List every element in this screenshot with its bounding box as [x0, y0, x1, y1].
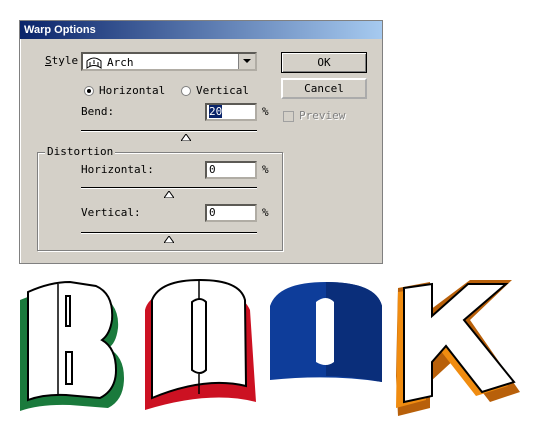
warp-options-dialog: Warp Options Style Arch Horizontal Verti…	[19, 20, 383, 264]
dialog-title: Warp Options	[20, 21, 382, 39]
letter-b	[20, 280, 124, 411]
style-value: Arch	[107, 56, 134, 69]
distortion-vertical-label: Vertical:	[81, 206, 141, 219]
distortion-horizontal-value: 0	[209, 163, 216, 176]
distortion-vertical-slider-thumb[interactable]	[163, 233, 175, 244]
bend-input[interactable]: 20	[205, 103, 257, 121]
distortion-vertical-value: 0	[209, 206, 216, 219]
arch-icon	[86, 56, 102, 72]
letter-k	[396, 280, 520, 416]
distortion-horizontal-unit: %	[262, 163, 269, 176]
distortion-horizontal-slider-thumb[interactable]	[163, 188, 175, 199]
bend-slider-track[interactable]	[81, 130, 257, 132]
style-label: Style	[45, 54, 78, 67]
letter-o	[145, 278, 256, 410]
ok-button[interactable]: OK	[281, 52, 367, 73]
letter-o-blue	[270, 282, 382, 382]
vertical-radio[interactable]	[181, 86, 191, 96]
horizontal-radio-label[interactable]: Horizontal	[99, 84, 165, 97]
horizontal-radio[interactable]	[84, 86, 94, 96]
distortion-horizontal-label: Horizontal:	[81, 163, 154, 176]
vertical-radio-label[interactable]: Vertical	[196, 84, 249, 97]
cancel-button[interactable]: Cancel	[281, 78, 367, 99]
distortion-horizontal-input[interactable]: 0	[205, 161, 257, 179]
distortion-vertical-input[interactable]: 0	[205, 204, 257, 222]
bend-unit: %	[262, 105, 269, 118]
bend-label: Bend:	[81, 105, 115, 118]
distortion-group-label: Distortion	[45, 145, 116, 158]
preview-label[interactable]: Preview	[299, 109, 345, 122]
style-select[interactable]: Arch	[81, 52, 257, 71]
preview-checkbox[interactable]	[283, 111, 294, 122]
chevron-down-icon[interactable]	[238, 54, 255, 69]
distortion-vertical-unit: %	[262, 206, 269, 219]
style-label-mnemonic: S	[45, 54, 52, 67]
bend-slider-thumb[interactable]	[180, 131, 192, 142]
bend-value: 20	[209, 105, 223, 118]
wordart-book-image	[20, 278, 520, 416]
style-label-rest: tyle	[51, 54, 79, 67]
